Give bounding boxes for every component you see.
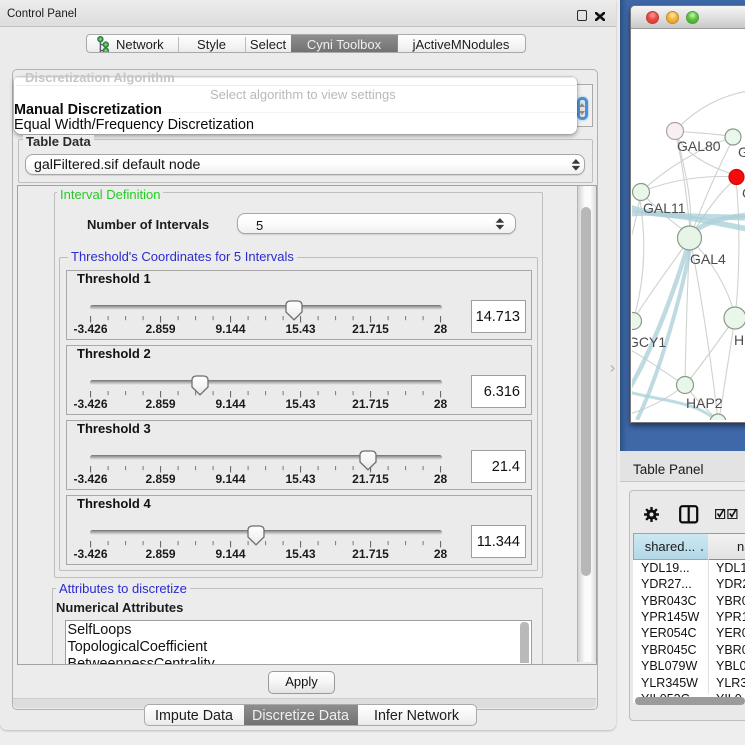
svg-text:GCY1: GCY1 [632,334,666,350]
svg-text:GAL11: GAL11 [643,200,686,216]
svg-text:H: H [734,332,744,348]
svg-text:G.: G. [738,144,745,160]
svg-text:GAL80: GAL80 [677,138,721,154]
svg-text:HAP2: HAP2 [686,395,723,411]
svg-text:GAL4: GAL4 [690,251,726,267]
